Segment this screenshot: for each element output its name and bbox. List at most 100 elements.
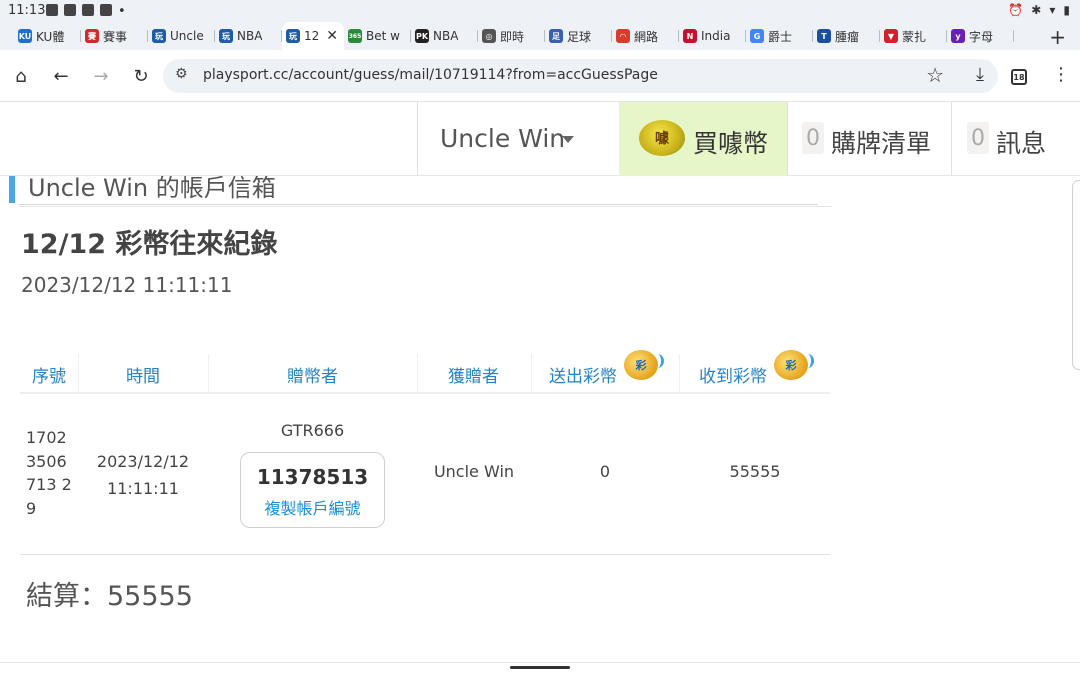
youtube-icon <box>100 4 112 16</box>
divider <box>18 204 818 205</box>
tab-label: 腫瘤 <box>835 29 860 44</box>
column-divider <box>531 354 532 392</box>
url-text[interactable]: playsport.cc/account/guess/mail/10719114… <box>203 67 658 83</box>
site-favicon-icon: ▼ <box>884 29 898 43</box>
nba-logo-icon: N <box>683 29 697 43</box>
browser-tab[interactable]: T 腫瘤 <box>813 22 880 50</box>
reload-icon[interactable]: ↻ <box>128 63 154 89</box>
download-icon[interactable]: ⤓ <box>976 64 984 85</box>
close-tab-icon[interactable]: ✕ <box>326 28 344 44</box>
browser-tab[interactable]: 玩 NBA <box>215 22 282 50</box>
column-header-time: 時間 <box>126 367 160 387</box>
browser-tab[interactable]: N India <box>679 22 746 50</box>
tab-label: 網路 <box>634 29 659 44</box>
browser-tab[interactable]: ◎ 即時 <box>478 22 545 50</box>
browser-tab[interactable]: 賽賽事 <box>81 22 148 50</box>
tab-label: Uncle <box>170 29 204 43</box>
lottery-coin-icon: 彩 <box>774 350 814 380</box>
new-tab-icon[interactable]: + <box>1049 25 1066 49</box>
header-divider <box>787 102 788 176</box>
tab-label: 足球 <box>567 29 592 44</box>
column-header-sent: 送出彩幣 <box>549 367 617 387</box>
site-favicon-icon: 玩 <box>286 29 300 43</box>
transaction-time: 2023/12/12 11:11:11 <box>96 452 190 498</box>
site-settings-icon[interactable]: ⚙ <box>175 66 188 82</box>
tab-label: 賽事 <box>103 29 128 44</box>
column-divider <box>679 354 680 392</box>
site-favicon-icon: 足 <box>549 29 563 43</box>
column-header-receiver: 獲贈者 <box>448 367 499 387</box>
tab-label: 字母 <box>969 29 994 44</box>
site-favicon-icon: ◠ <box>616 29 630 43</box>
settlement-summary: 結算：55555 <box>26 581 193 612</box>
notification-icons: • <box>46 4 126 19</box>
google-icon: G <box>750 29 764 43</box>
column-divider <box>417 354 418 392</box>
message-count-badge: 0 <box>967 122 989 154</box>
bluetooth-icon: ✱ <box>1031 3 1042 17</box>
browser-tab[interactable]: KU KU體 <box>14 22 81 50</box>
tab-label: 蒙扎 <box>902 29 927 44</box>
browser-tab[interactable]: ▼ 蒙扎 <box>880 22 947 50</box>
browser-tab[interactable]: 365 Bet w <box>344 22 411 50</box>
site-favicon-icon: KU <box>18 29 32 43</box>
browser-tab[interactable]: 玩 Uncle <box>148 22 215 50</box>
browser-tab[interactable]: PK NBA <box>411 22 478 50</box>
receiver-name: Uncle Win <box>433 462 515 481</box>
home-icon[interactable]: ⌂ <box>8 63 34 89</box>
wifi-icon: ▾ <box>1049 3 1056 17</box>
site-favicon-icon: 365 <box>348 29 362 43</box>
buy-coins-button[interactable]: 噱 買噱幣 <box>619 102 787 176</box>
mailbox-title: Uncle Win 的帳戶信箱 <box>28 176 276 202</box>
more-notifications-icon: • <box>118 4 126 19</box>
side-panel-handle[interactable] <box>1072 180 1080 370</box>
user-menu[interactable]: Uncle Win <box>440 124 565 153</box>
site-favicon-icon: 賽 <box>85 29 99 43</box>
browser-tab-active[interactable]: 玩 12 ✕ <box>282 22 344 50</box>
browser-tab[interactable]: G 爵士 <box>746 22 813 50</box>
status-right-icons: ⏰ ✱ ▾ ▮ <box>1008 3 1070 17</box>
browser-tab-strip: KU KU體 賽賽事 玩 Uncle 玩 NBA 玩 12 ✕ 365 Bet w PK NB… <box>0 22 1080 50</box>
page-content: Uncle Win 的帳戶信箱 12/12 彩幣往來紀錄 2023/12/12 … <box>0 176 1080 662</box>
browser-tab[interactable]: 足足球 <box>545 22 612 50</box>
browser-toolbar: ⌂ ← → ↻ ⚙ playsport.cc/account/guess/mai… <box>0 50 1080 102</box>
browser-tab[interactable]: y 字母 <box>947 22 1014 50</box>
messages-label: 訊息 <box>996 129 1047 158</box>
divider <box>20 554 830 555</box>
column-header-serial: 序號 <box>32 367 66 387</box>
status-time: 11:13 <box>8 3 46 18</box>
buy-coins-label: 買噱幣 <box>693 129 769 158</box>
cart-label: 購牌清單 <box>831 129 932 158</box>
site-favicon-icon: T <box>817 29 831 43</box>
tab-label: India <box>701 29 731 43</box>
title-accent-bar <box>9 176 15 203</box>
coin-icon: 噱 <box>639 120 685 156</box>
youtube-icon <box>82 4 94 16</box>
table-header-line <box>20 392 830 394</box>
site-favicon-icon: 玩 <box>219 29 233 43</box>
bookmark-star-icon[interactable]: ☆ <box>926 63 944 87</box>
site-favicon-icon: PK <box>415 29 429 43</box>
home-gesture-handle[interactable] <box>510 666 570 669</box>
serial-number: 17023506713 29 <box>26 428 72 518</box>
more-menu-icon[interactable]: ⋮ <box>1052 64 1070 85</box>
browser-tab[interactable]: ◠ 網路 <box>612 22 679 50</box>
page-title: 12/12 彩幣往來紀錄 <box>21 229 278 260</box>
column-header-giver: 贈幣者 <box>287 367 338 387</box>
column-divider <box>78 354 79 392</box>
yahoo-icon: y <box>951 29 965 43</box>
back-icon[interactable]: ← <box>48 63 74 89</box>
tab-switcher-button[interactable]: 18 <box>1011 69 1027 85</box>
column-divider <box>208 354 209 392</box>
chevron-down-icon[interactable] <box>562 136 574 143</box>
coins-received: 55555 <box>729 462 781 481</box>
copy-account-id-link[interactable]: 複製帳戶編號 <box>241 495 384 519</box>
tab-label: 爵士 <box>768 29 793 44</box>
tab-label: Bet w <box>366 29 400 43</box>
divider <box>18 206 832 207</box>
tab-label: NBA <box>237 29 263 43</box>
coins-sent: 0 <box>599 462 611 481</box>
column-header-received: 收到彩幣 <box>699 367 767 387</box>
forward-icon[interactable]: → <box>88 63 114 89</box>
address-bar[interactable]: ⚙ playsport.cc/account/guess/mail/107191… <box>163 59 998 93</box>
